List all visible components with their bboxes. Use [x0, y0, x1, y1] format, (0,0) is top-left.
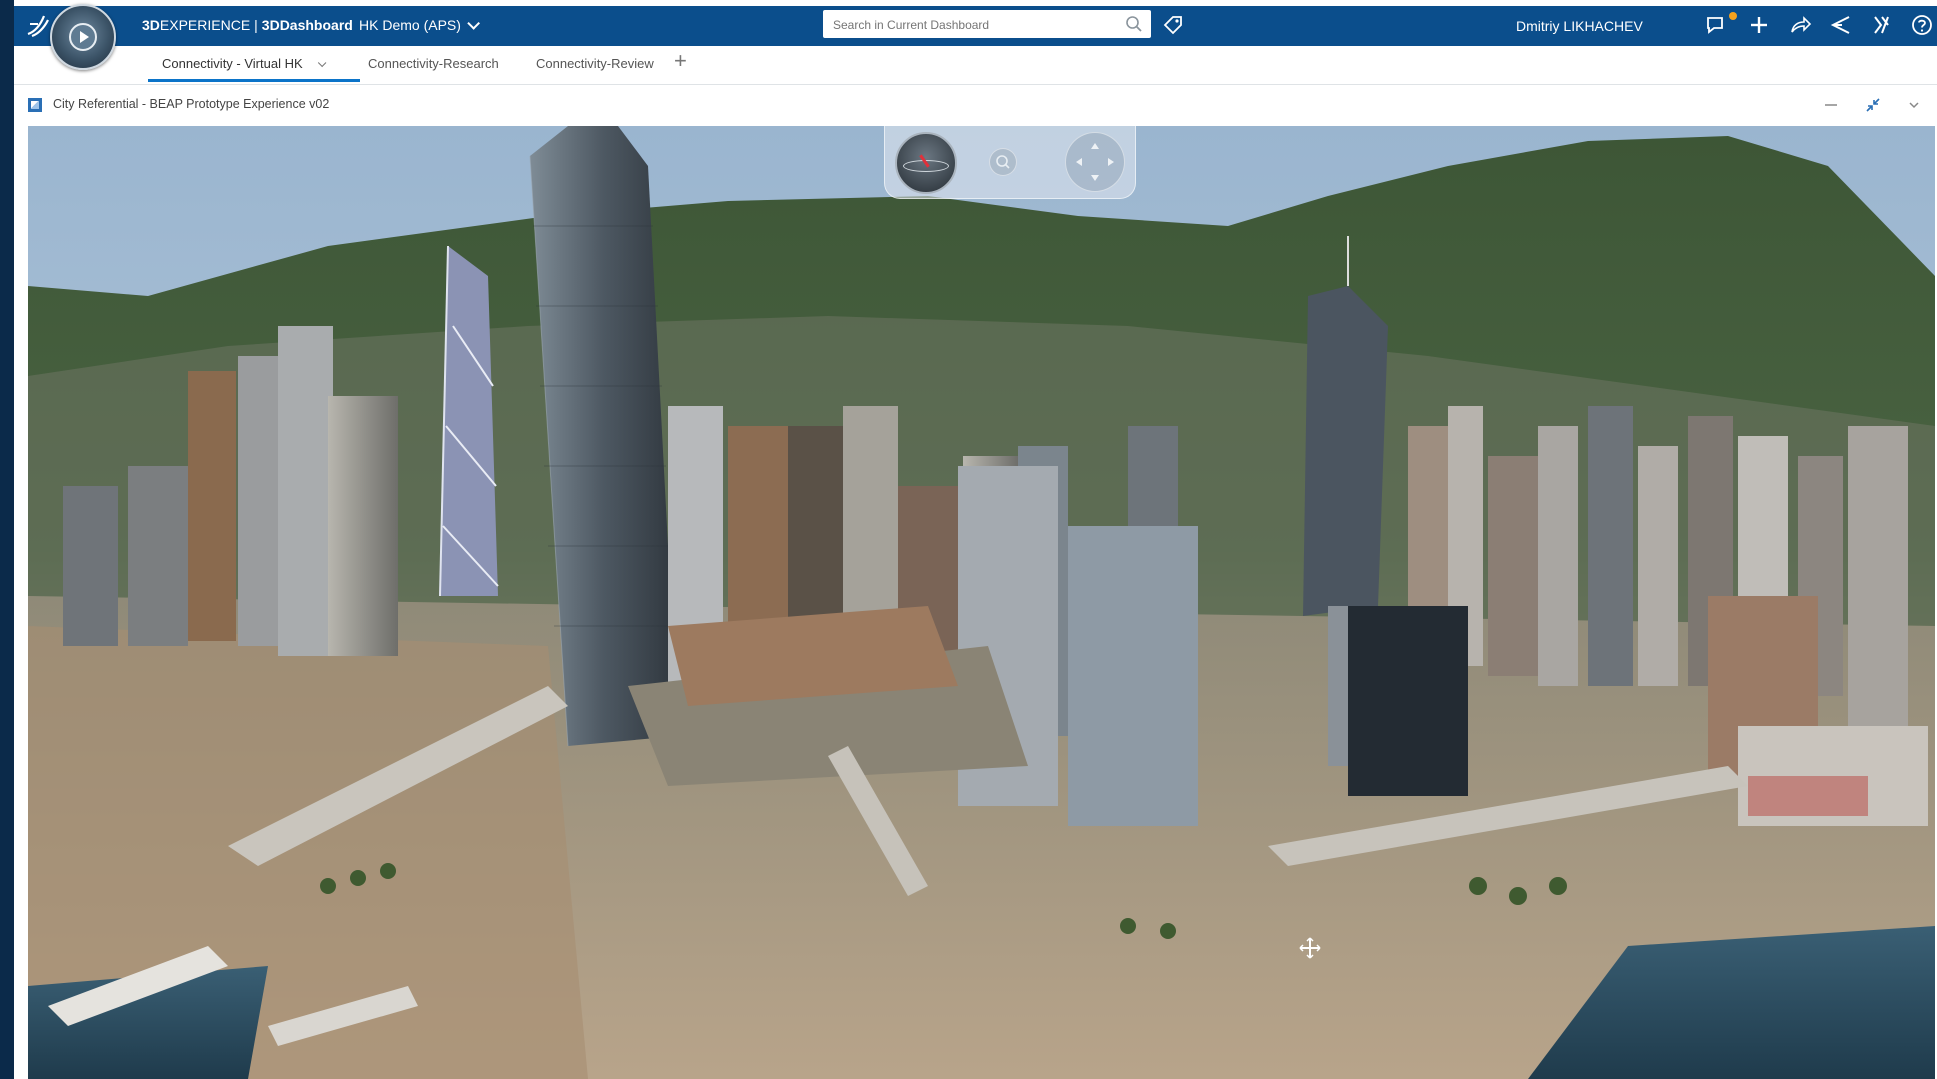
share-icon[interactable] [1788, 13, 1812, 37]
chevron-down-icon[interactable] [1905, 96, 1923, 114]
notification-icon[interactable] [1704, 13, 1728, 37]
tab-connectivity-review[interactable]: Connectivity-Review [536, 56, 654, 71]
plus-icon[interactable] [1747, 13, 1771, 37]
search-box[interactable] [823, 10, 1151, 38]
active-tab-indicator [148, 79, 360, 82]
search-input[interactable] [831, 14, 1115, 36]
send-icon[interactable] [1829, 13, 1853, 37]
collapse-icon[interactable] [1864, 96, 1882, 114]
brand-separator: | [254, 17, 258, 33]
minimize-icon[interactable] [1822, 96, 1840, 114]
widget-title: City Referential - BEAP Prototype Experi… [53, 97, 330, 111]
3d-city-viewport[interactable] [28, 126, 1935, 1079]
compass-button[interactable] [50, 4, 116, 70]
widget-app-icon [28, 98, 42, 112]
search-icon[interactable] [1125, 15, 1143, 33]
platform-label: HK Demo (APS) [359, 17, 461, 33]
city-scene-image [28, 126, 1935, 1079]
app-brand: 3DEXPERIENCE | 3DDashboard [142, 17, 353, 33]
brand-3d: 3D [142, 17, 160, 33]
tab-label: Connectivity-Research [368, 56, 499, 71]
play-icon [69, 23, 97, 51]
chevron-down-icon[interactable] [317, 58, 327, 68]
brand-dashboard: 3DDashboard [261, 17, 353, 33]
notification-badge [1729, 12, 1737, 20]
tab-connectivity-research[interactable]: Connectivity-Research [368, 56, 499, 71]
widget-header: City Referential - BEAP Prototype Experi… [14, 86, 1937, 124]
tab-label: Connectivity - Virtual HK [162, 56, 303, 71]
dassault-logo-icon[interactable] [24, 12, 52, 40]
navigation-toolbar [884, 126, 1136, 199]
tab-label: Connectivity-Review [536, 56, 654, 71]
left-edge [0, 0, 14, 1079]
top-bar: 3DEXPERIENCE|3DDashboard HK Demo (APS) D… [14, 6, 1937, 46]
help-icon[interactable] [1910, 13, 1934, 37]
tag-icon[interactable] [1162, 14, 1184, 36]
tab-connectivity-virtual-hk[interactable]: Connectivity - Virtual HK [162, 56, 327, 71]
brand-experience: EXPERIENCE [159, 17, 251, 33]
tab-bar: Connectivity - Virtual HK Connectivity-R… [14, 46, 1937, 85]
user-name[interactable]: Dmitriy LIKHACHEV [1516, 18, 1643, 34]
chevron-down-icon [467, 17, 480, 30]
pan-icon[interactable] [1065, 132, 1125, 192]
add-tab-button[interactable]: + [674, 50, 687, 72]
move-cursor-icon [1299, 937, 1321, 959]
platform-selector[interactable]: HK Demo (APS) [359, 17, 480, 33]
collaborate-icon[interactable] [1870, 13, 1894, 37]
orbit-compass-icon[interactable] [895, 132, 957, 194]
zoom-icon[interactable] [989, 148, 1017, 176]
